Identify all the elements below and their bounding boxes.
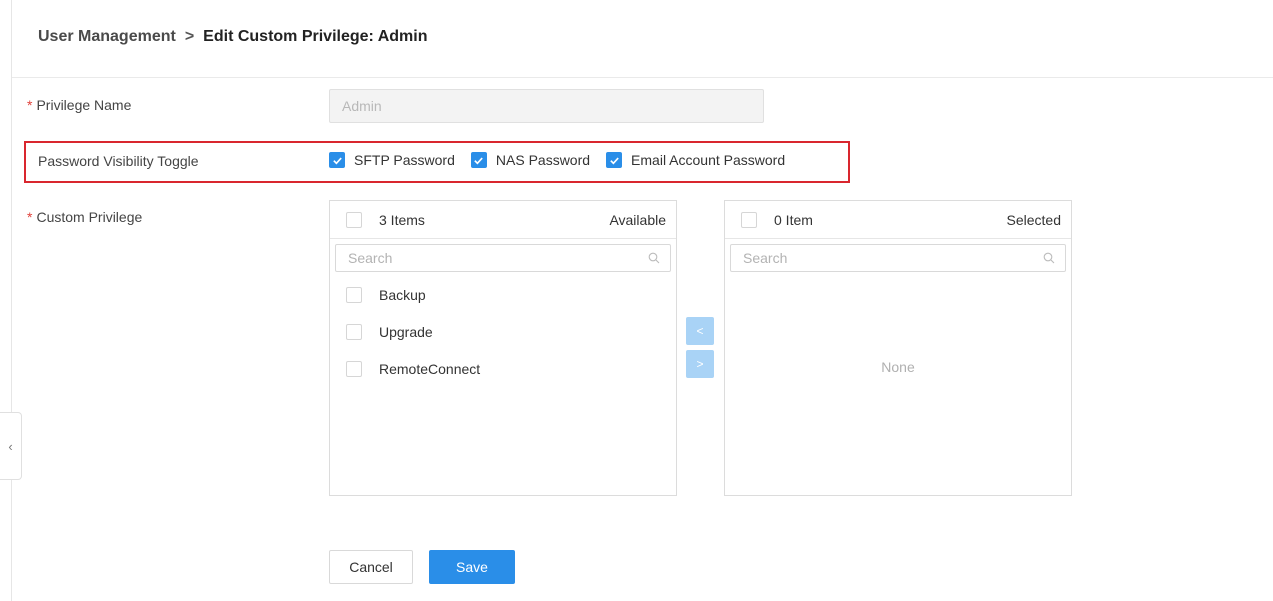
- left-rail: [0, 0, 12, 601]
- selected-count: 0 Item: [774, 211, 813, 228]
- custom-privilege-label: * Custom Privilege: [27, 209, 143, 225]
- chevron-right-icon: >: [696, 357, 704, 371]
- selected-panel-header: 0 Item Selected: [725, 201, 1071, 239]
- selected-title: Selected: [1006, 211, 1061, 228]
- select-all-available-checkbox[interactable]: [346, 211, 362, 228]
- email-account-password-checkbox[interactable]: Email Account Password: [606, 152, 785, 168]
- available-list: Backup Upgrade RemoteConnect: [330, 272, 676, 387]
- cancel-button[interactable]: Cancel: [329, 550, 413, 584]
- privilege-name-label: * Privilege Name: [27, 97, 132, 113]
- select-all-selected-checkbox[interactable]: [741, 211, 757, 228]
- selected-search-input[interactable]: Search: [730, 244, 1066, 272]
- breadcrumb-separator: >: [184, 28, 195, 45]
- search-icon: [1043, 252, 1055, 264]
- breadcrumb-current: Edit Custom Privilege: Admin: [203, 28, 428, 45]
- item-checkbox[interactable]: [346, 360, 362, 377]
- checkbox-checked-icon: [606, 152, 623, 168]
- breadcrumb-parent[interactable]: User Management: [38, 28, 176, 46]
- list-item-backup[interactable]: Backup: [330, 276, 676, 313]
- available-panel-header: 3 Items Available: [330, 201, 676, 239]
- checkbox-checked-icon: [329, 152, 345, 168]
- list-item-upgrade[interactable]: Upgrade: [330, 313, 676, 350]
- move-right-button[interactable]: >: [686, 350, 714, 378]
- password-visibility-options: SFTP Password NAS Password Email Account…: [329, 152, 801, 168]
- item-checkbox[interactable]: [346, 286, 362, 303]
- required-marker: *: [27, 97, 33, 113]
- available-count: 3 Items: [379, 211, 425, 228]
- sftp-password-checkbox[interactable]: SFTP Password: [329, 152, 455, 168]
- move-left-button[interactable]: <: [686, 317, 714, 345]
- search-icon: [648, 252, 660, 264]
- nas-password-checkbox[interactable]: NAS Password: [470, 152, 590, 168]
- list-item-remoteconnect[interactable]: RemoteConnect: [330, 350, 676, 387]
- selected-panel: 0 Item Selected Search None: [724, 200, 1072, 496]
- save-button[interactable]: Save: [429, 550, 515, 584]
- page-header: User Management > Edit Custom Privilege:…: [12, 0, 1273, 78]
- password-visibility-label: Password Visibility Toggle: [38, 153, 199, 169]
- available-search-input[interactable]: Search: [335, 244, 671, 272]
- available-panel: 3 Items Available Search Backup Upgrade …: [329, 200, 677, 496]
- available-title: Available: [609, 211, 666, 228]
- collapse-sidebar-handle[interactable]: ‹: [0, 412, 22, 480]
- chevron-left-icon: ‹: [8, 438, 13, 454]
- checkbox-checked-icon: [470, 152, 487, 168]
- empty-state-text: None: [881, 359, 915, 375]
- item-checkbox[interactable]: [346, 323, 362, 340]
- privilege-name-input[interactable]: Admin: [329, 89, 764, 123]
- required-marker: *: [27, 209, 33, 225]
- chevron-left-icon: <: [696, 324, 704, 338]
- breadcrumb: User Management > Edit Custom Privilege:…: [38, 28, 428, 46]
